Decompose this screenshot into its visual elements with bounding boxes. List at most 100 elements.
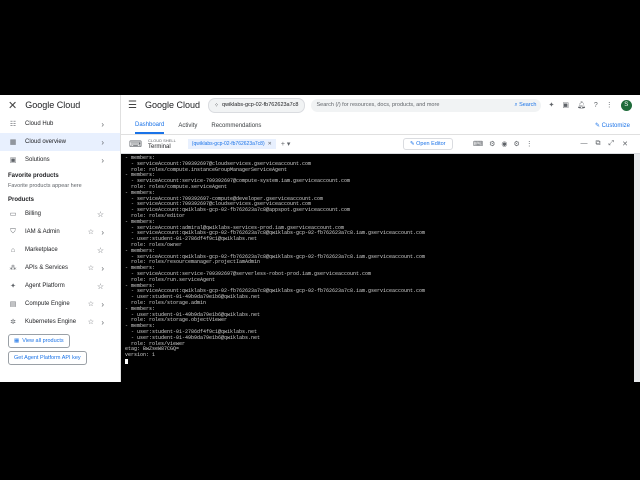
favorites-note: Favorite products appear here <box>8 183 82 189</box>
more-vert-icon[interactable]: ⋮ <box>526 140 533 148</box>
chevron-right-icon: › <box>101 119 104 129</box>
shell-tab-label: (qwiklabs-gcp-02-fb762623a7c8) <box>191 141 265 147</box>
project-icon: ⁘ <box>214 102 220 109</box>
nav-item-compute-engine[interactable]: ▤ Compute Engine ☆ › <box>0 295 120 313</box>
billing-icon: ▭ <box>9 211 17 218</box>
nav-item-label: Cloud overview <box>25 139 67 145</box>
top-bar: ☰ Google Cloud ⁘ qwiklabs-gcp-02-fb76262… <box>121 95 640 115</box>
star-icon[interactable]: ☆ <box>97 246 104 255</box>
terminal-line: version: 1 <box>125 352 156 359</box>
project-picker[interactable]: ⁘ qwiklabs-gcp-02-fb762623a7c8 <box>208 97 305 113</box>
more-vert-icon[interactable]: ⋮ <box>606 101 613 109</box>
customize-label: Customize <box>601 123 630 129</box>
nav-brand: Google Cloud <box>25 100 81 110</box>
nav-item-label: Compute Engine <box>25 301 70 307</box>
notifications-icon[interactable]: 🔔︎ <box>577 101 586 109</box>
get-api-key-button[interactable]: Get Agent Platform API key <box>8 351 87 365</box>
nav-item-label: APIs & Services <box>25 265 69 271</box>
chevron-right-icon: › <box>101 137 104 147</box>
settings-icon[interactable]: ⚙ <box>489 140 495 148</box>
nav-item-label: Cloud Hub <box>25 121 54 127</box>
shell-tool-icons: ⌨ ⚙ ◉ ⚙ ⋮ <box>473 140 533 148</box>
shell-terminal-title: Terminal <box>148 144 171 150</box>
chevron-right-icon: › <box>101 317 104 327</box>
open-editor-button[interactable]: ✎ Open Editor <box>403 138 453 150</box>
close-tab-icon[interactable]: ✕ <box>268 141 272 147</box>
nav-item-label: Solutions <box>25 157 50 163</box>
hub-icon: ☷ <box>9 121 17 128</box>
console-frame: ✕ Google Cloud ☷ Cloud Hub › ▦ Cloud ove… <box>0 95 640 382</box>
products-heading: Products <box>8 197 35 203</box>
nav-item-billing[interactable]: ▭ Billing ☆ <box>0 205 120 223</box>
api-icon: ⁂ <box>9 265 17 272</box>
nav-item-kubernetes-engine[interactable]: ✲ Kubernetes Engine ☆ › <box>0 313 120 331</box>
grid-icon: ▦ <box>14 338 20 344</box>
cloud-shell-icon[interactable]: ▣ <box>562 101 569 109</box>
star-icon[interactable]: ☆ <box>88 264 94 272</box>
chevron-right-icon: › <box>101 299 104 309</box>
nav-item-marketplace[interactable]: ⌂ Marketplace ☆ <box>0 241 120 259</box>
dashboard-icon: ▦ <box>9 139 17 146</box>
project-name: qwiklabs-gcp-02-fb762623a7c8 <box>222 102 299 108</box>
shell-title: CLOUD SHELL Terminal <box>148 138 176 150</box>
page-scrollbar[interactable] <box>634 154 640 382</box>
close-icon[interactable]: ✕ <box>8 99 17 112</box>
nav-item-cloud-overview[interactable]: ▦ Cloud overview › <box>0 133 120 151</box>
tab-activity[interactable]: Activity <box>178 117 197 134</box>
star-icon[interactable]: ☆ <box>88 300 94 308</box>
google-cloud-logo[interactable]: Google Cloud <box>145 100 200 110</box>
terminal-output[interactable]: - members: - serviceAccount:709392697@cl… <box>121 154 634 382</box>
page-tabs: Dashboard Activity Recommendations ✎ Cus… <box>121 117 640 135</box>
gear-icon[interactable]: ⚙ <box>514 140 520 148</box>
nav-item-solutions[interactable]: ▣ Solutions › <box>0 151 120 169</box>
favorites-heading: Favorite products <box>8 173 59 179</box>
nav-item-iam-admin[interactable]: ⛉ IAM & Admin ☆ › <box>0 223 120 241</box>
tab-recommendations[interactable]: Recommendations <box>211 117 261 134</box>
star-icon[interactable]: ☆ <box>88 228 94 236</box>
api-key-label: Get Agent Platform API key <box>14 355 81 361</box>
minimize-icon[interactable]: — <box>581 140 588 148</box>
search-button-label: Search <box>519 101 537 108</box>
nav-item-apis-services[interactable]: ⁂ APIs & Services ☆ › <box>0 259 120 277</box>
nav-item-label: Marketplace <box>25 247 58 253</box>
search-placeholder: Search (/) for resources, docs, products… <box>316 102 440 108</box>
window-icons: — ⧉ ⤢ ✕ <box>581 140 628 148</box>
open-new-window-icon[interactable]: ⧉ <box>596 140 601 148</box>
help-icon[interactable]: ? <box>594 102 598 109</box>
left-nav: ✕ Google Cloud ☷ Cloud Hub › ▦ Cloud ove… <box>0 95 121 382</box>
avatar[interactable]: S <box>620 99 632 111</box>
search-input[interactable]: Search (/) for resources, docs, products… <box>310 98 541 112</box>
nav-item-cloud-hub[interactable]: ☷ Cloud Hub › <box>0 115 120 133</box>
preview-icon[interactable]: ◉ <box>501 140 507 148</box>
star-icon[interactable]: ☆ <box>97 282 104 291</box>
star-icon[interactable]: ☆ <box>97 210 104 219</box>
chevron-right-icon: › <box>101 227 104 237</box>
view-all-products-button[interactable]: ▦ View all products <box>8 334 70 348</box>
menu-icon[interactable]: ☰ <box>128 100 137 111</box>
keyboard-icon[interactable]: ⌨ <box>473 140 483 148</box>
gemini-icon[interactable]: ✦ <box>549 101 555 109</box>
view-all-label: View all products <box>22 338 64 344</box>
maximize-icon[interactable]: ⤢ <box>609 140 615 148</box>
tab-dashboard[interactable]: Dashboard <box>135 117 165 134</box>
close-icon[interactable]: ✕ <box>622 140 628 148</box>
open-editor-label: Open Editor <box>416 141 446 147</box>
search-button[interactable]: ⌕ Search <box>514 102 536 109</box>
nav-item-agent-platform[interactable]: ✦ Agent Platform ☆ <box>0 277 120 295</box>
customize-button[interactable]: ✎ Customize <box>595 122 630 129</box>
star-icon[interactable]: ☆ <box>88 318 94 326</box>
nav-header: ✕ Google Cloud <box>0 95 120 115</box>
nav-item-label: Kubernetes Engine <box>25 319 77 325</box>
shell-session-tab[interactable]: (qwiklabs-gcp-02-fb762623a7c8) ✕ <box>187 139 276 149</box>
add-tab-icon[interactable]: + ▾ <box>281 140 291 148</box>
top-icons: ✦ ▣ 🔔︎ ? ⋮ S <box>549 99 632 111</box>
nav-item-label: IAM & Admin <box>25 229 60 235</box>
cloud-shell-bar: ⌨ CLOUD SHELL Terminal (qwiklabs-gcp-02-… <box>121 135 640 154</box>
terminal-text: - members: - serviceAccount:709392697@cl… <box>121 154 634 367</box>
kubernetes-icon: ✲ <box>10 319 16 326</box>
shield-icon: ⛉ <box>10 228 16 235</box>
compute-icon: ▤ <box>9 301 17 308</box>
chevron-right-icon: › <box>101 155 104 165</box>
sparkle-icon: ✦ <box>10 283 16 290</box>
nav-item-label: Agent Platform <box>25 283 65 289</box>
